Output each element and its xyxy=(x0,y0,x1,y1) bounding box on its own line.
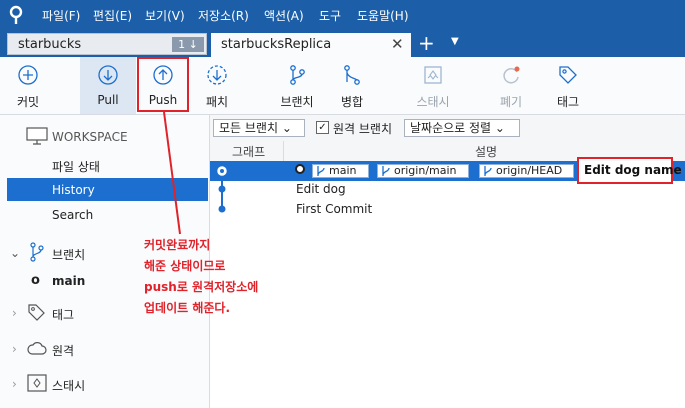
monitor-icon xyxy=(26,127,48,145)
menu-edit[interactable]: 편집(E) xyxy=(93,7,132,24)
sidebar-item-file-status[interactable]: 파일 상태 xyxy=(52,158,100,175)
remote-branches-label: 원격 브랜치 xyxy=(333,122,393,136)
all-branches-dropdown[interactable]: 모든 브랜치 ⌄ xyxy=(213,119,305,137)
stash-icon xyxy=(424,66,442,84)
annotation-pointer-line xyxy=(163,111,181,235)
tag-button[interactable]: 태그 xyxy=(543,57,593,114)
sourcetree-logo-icon xyxy=(9,5,23,24)
menu-action[interactable]: 액션(A) xyxy=(264,7,304,24)
current-branch-indicator-icon: o xyxy=(31,273,40,288)
branch-icon xyxy=(484,166,492,176)
tab-starbucks[interactable]: starbucks 1 ↓ xyxy=(7,33,207,55)
annotation-line: 업데이트 해준다. xyxy=(144,301,231,315)
annotation-line: push로 원격저장소에 xyxy=(144,280,259,294)
menu-repository[interactable]: 저장소(R) xyxy=(198,7,249,24)
branch-label-text: main xyxy=(329,164,357,177)
close-tab-icon[interactable]: ✕ xyxy=(391,35,404,53)
sidebar-history-label: History xyxy=(52,183,95,197)
pull-label: Pull xyxy=(97,93,119,107)
branch-icon xyxy=(290,65,305,85)
discard-button[interactable]: 폐기 xyxy=(486,57,536,114)
plus-circle-icon xyxy=(18,65,38,85)
sidebar-tags-heading[interactable]: 태그 xyxy=(52,306,74,323)
commit-graph xyxy=(217,166,227,213)
cloud-icon xyxy=(27,342,47,355)
column-divider xyxy=(283,141,284,161)
sidebar-branches-heading[interactable]: 브랜치 xyxy=(52,246,85,263)
tag-label: 태그 xyxy=(556,95,580,109)
toolbar: 커밋 Pull Push 패치 브랜치 병합 스태시 폐기 태그 xyxy=(0,57,685,115)
branch-icon xyxy=(317,166,325,176)
pull-button[interactable]: Pull xyxy=(80,57,136,114)
branch-icon xyxy=(30,242,44,262)
expand-tags-chevron-icon[interactable]: › xyxy=(12,306,17,320)
branch-button[interactable]: 브랜치 xyxy=(272,57,322,114)
discard-icon xyxy=(503,66,520,84)
tag-icon xyxy=(28,304,45,321)
description-column-header[interactable]: 설명 xyxy=(475,143,497,160)
commit-label: 커밋 xyxy=(16,95,40,109)
sort-dropdown[interactable]: 날짜순으로 정렬 ⌄ xyxy=(404,119,520,137)
tab-starbucks-replica[interactable]: starbucksReplica ✕ xyxy=(211,33,411,57)
head-indicator-icon xyxy=(295,164,305,174)
menu-bar: 파일(F) 편집(E) 보기(V) 저장소(R) 액션(A) 도구 도움말(H) xyxy=(0,0,685,30)
merge-icon xyxy=(344,65,360,85)
fetch-icon xyxy=(207,65,227,85)
annotation-line: 커밋완료까지 xyxy=(144,238,211,252)
expand-stashes-chevron-icon[interactable]: › xyxy=(12,377,17,391)
remote-branches-checkbox[interactable]: ✓ xyxy=(316,121,329,134)
branch-label-text: origin/main xyxy=(394,164,457,177)
commit-message[interactable]: First Commit xyxy=(296,202,372,216)
tab-label: starbucksReplica xyxy=(221,37,332,52)
commit-message[interactable]: Edit dog name xyxy=(584,163,682,177)
branch-label: 브랜치 xyxy=(280,95,314,109)
commit-message[interactable]: Edit dog xyxy=(296,182,346,196)
tag-icon xyxy=(559,66,577,84)
stash-label: 스태시 xyxy=(416,95,450,109)
graph-column-header[interactable]: 그래프 xyxy=(232,143,265,160)
sidebar-item-search[interactable]: Search xyxy=(52,208,93,222)
add-tab-icon[interactable]: + xyxy=(418,31,435,55)
stash-button[interactable]: 스태시 xyxy=(405,57,461,114)
annotation-note: 커밋완료까지 해준 상태이므로 push로 원격저장소에 업데이트 해준다. xyxy=(144,235,258,319)
expand-branches-chevron-icon[interactable]: ⌄ xyxy=(10,246,20,260)
branch-label-text: origin/HEAD xyxy=(496,164,563,177)
tab-bar: starbucks 1 ↓ starbucksReplica ✕ + ▼ xyxy=(0,30,685,57)
menu-view[interactable]: 보기(V) xyxy=(145,7,185,24)
fetch-label: 패치 xyxy=(205,95,229,109)
sidebar-stashes-heading[interactable]: 스태시 xyxy=(52,377,85,394)
workspace-heading: WORKSPACE xyxy=(52,130,128,144)
merge-label: 병합 xyxy=(340,95,364,109)
commit-button[interactable]: 커밋 xyxy=(0,57,56,114)
merge-button[interactable]: 병합 xyxy=(327,57,377,114)
branch-icon xyxy=(382,166,390,176)
menu-help[interactable]: 도움말(H) xyxy=(357,7,409,24)
fetch-button[interactable]: 패치 xyxy=(192,57,242,114)
discard-label: 폐기 xyxy=(499,95,523,109)
pull-count-badge: 1 ↓ xyxy=(172,37,204,52)
sidebar-remotes-heading[interactable]: 원격 xyxy=(52,342,74,359)
menu-file[interactable]: 파일(F) xyxy=(42,7,80,24)
branch-label-main[interactable]: main xyxy=(312,164,369,178)
tab-label: starbucks xyxy=(18,37,82,52)
annotation-line: 해준 상태이므로 xyxy=(144,259,226,273)
sidebar-branch-main[interactable]: main xyxy=(52,274,85,288)
arrow-down-circle-icon xyxy=(98,65,118,85)
branch-label-origin-main[interactable]: origin/main xyxy=(377,164,469,178)
push-highlight-box xyxy=(137,57,189,112)
menu-tools[interactable]: 도구 xyxy=(319,7,341,24)
tab-menu-chevron-down-icon[interactable]: ▼ xyxy=(451,36,459,47)
expand-remotes-chevron-icon[interactable]: › xyxy=(12,342,17,356)
stash-icon xyxy=(27,374,47,392)
branch-label-origin-head[interactable]: origin/HEAD xyxy=(479,164,574,178)
